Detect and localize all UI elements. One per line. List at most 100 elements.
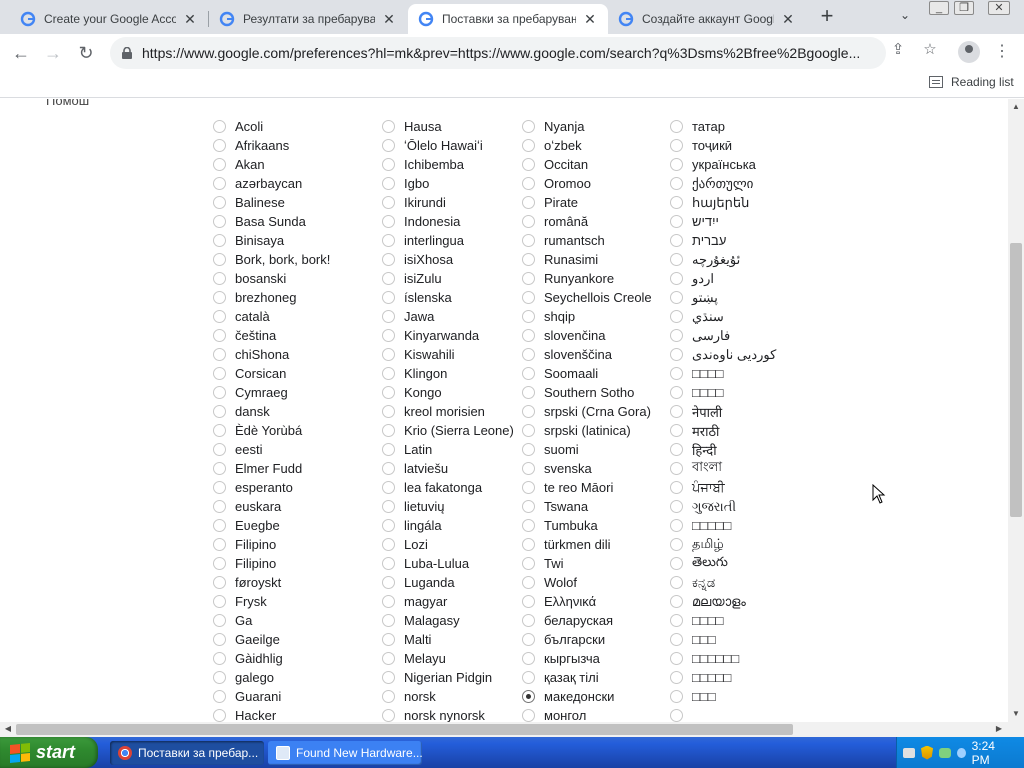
radio-button[interactable] [522,329,535,342]
radio-button[interactable] [382,215,395,228]
radio-button[interactable] [382,633,395,646]
radio-button[interactable] [670,595,683,608]
vertical-scroll-thumb[interactable] [1010,243,1022,517]
language-option[interactable]: te reo Māori [522,478,652,497]
radio-button[interactable] [522,538,535,551]
language-option[interactable]: Wolof [522,573,652,592]
radio-button[interactable] [213,139,226,152]
language-option[interactable]: Igbo [382,174,514,193]
radio-button[interactable] [670,652,683,665]
radio-button[interactable] [670,614,683,627]
language-option[interactable]: Bork, bork, bork! [213,250,330,269]
language-option[interactable]: türkmen dili [522,535,652,554]
radio-button[interactable] [213,614,226,627]
radio-button[interactable] [522,234,535,247]
tab-create-google-account[interactable]: Create your Google Account ✕ [10,4,208,34]
radio-button[interactable] [382,196,395,209]
language-option[interactable]: বাংলা [670,459,776,478]
tab-create-google-account-ru[interactable]: Создайте аккаунт Google ✕ [608,4,806,34]
language-option[interactable]: kreol morisien [382,402,514,421]
language-option[interactable]: Southern Sotho [522,383,652,402]
radio-button[interactable] [522,215,535,228]
radio-button[interactable] [382,234,395,247]
language-option[interactable]: Seychellois Creole [522,288,652,307]
radio-button[interactable] [213,348,226,361]
language-option[interactable]: македонски [522,687,652,706]
radio-button[interactable] [670,329,683,342]
language-option[interactable]: кыргызча [522,649,652,668]
language-option[interactable]: മലയാളം [670,592,776,611]
radio-button[interactable] [382,405,395,418]
language-option[interactable]: ייִדיש [670,212,776,231]
close-icon[interactable]: ✕ [582,11,598,28]
radio-button[interactable] [670,177,683,190]
close-window-button[interactable]: ✕ [988,1,1010,15]
language-option[interactable]: Malagasy [382,611,514,630]
language-option[interactable]: Elmer Fudd [213,459,330,478]
radio-button[interactable] [522,519,535,532]
radio-button[interactable] [670,633,683,646]
radio-button[interactable] [382,253,395,266]
language-option[interactable]: eesti [213,440,330,459]
radio-button[interactable] [670,690,683,703]
radio-button[interactable] [670,120,683,133]
radio-button[interactable] [213,538,226,551]
radio-button[interactable] [382,481,395,494]
radio-button[interactable] [213,405,226,418]
language-option[interactable]: □□□□□ [670,668,776,687]
radio-button[interactable] [213,120,226,133]
radio-button[interactable] [670,253,683,266]
language-option[interactable]: Tswana [522,497,652,516]
language-option[interactable]: Akan [213,155,330,174]
language-option[interactable]: Gàidhlig [213,649,330,668]
language-option[interactable]: srpski (Crna Gora) [522,402,652,421]
radio-button[interactable] [213,481,226,494]
language-option[interactable]: azərbaycan [213,174,330,193]
radio-button[interactable] [522,500,535,513]
menu-kebab-icon[interactable]: ⋮ [994,42,1010,62]
language-option[interactable]: Ελληνικά [522,592,652,611]
language-option[interactable]: slovenčina [522,326,652,345]
language-option[interactable]: Nyanja [522,117,652,136]
language-option[interactable]: Hausa [382,117,514,136]
language-option[interactable]: हिन्दी [670,440,776,459]
tab-search-chevron-icon[interactable]: ⌄ [896,8,914,26]
radio-button[interactable] [213,633,226,646]
language-option[interactable]: svenska [522,459,652,478]
radio-button[interactable] [213,443,226,456]
language-option[interactable]: Frysk [213,592,330,611]
radio-button[interactable] [522,709,535,722]
language-option[interactable]: slovenščina [522,345,652,364]
scroll-right-arrow-icon[interactable]: ▶ [994,724,1004,734]
language-option[interactable]: chiShona [213,345,330,364]
language-option[interactable]: magyar [382,592,514,611]
language-option[interactable]: ਪੰਜਾਬੀ [670,478,776,497]
language-option[interactable]: татар [670,117,776,136]
radio-button[interactable] [213,177,226,190]
language-option[interactable]: □□□□ [670,611,776,630]
language-option[interactable]: қазақ тілі [522,668,652,687]
scroll-up-arrow-icon[interactable]: ▲ [1011,102,1021,112]
language-option[interactable]: dansk [213,402,330,421]
language-option[interactable]: rumantsch [522,231,652,250]
radio-button[interactable] [670,367,683,380]
radio-button[interactable] [213,500,226,513]
language-option[interactable]: ئۇيغۇرچە [670,250,776,269]
radio-button[interactable] [522,120,535,133]
language-option[interactable]: □□□ [670,630,776,649]
radio-button[interactable] [522,272,535,285]
language-option[interactable]: עברית [670,231,776,250]
radio-button[interactable] [670,234,683,247]
language-option[interactable]: Basa Sunda [213,212,330,231]
radio-button[interactable] [213,595,226,608]
radio-button[interactable] [382,709,395,722]
language-option[interactable]: Kongo [382,383,514,402]
radio-button[interactable] [670,348,683,361]
language-option[interactable]: català [213,307,330,326]
language-option[interactable]: Acoli [213,117,330,136]
language-option[interactable]: български [522,630,652,649]
language-option[interactable]: اردو [670,269,776,288]
radio-button[interactable] [213,462,226,475]
language-option[interactable]: Runyankore [522,269,652,288]
radio-button[interactable] [522,462,535,475]
